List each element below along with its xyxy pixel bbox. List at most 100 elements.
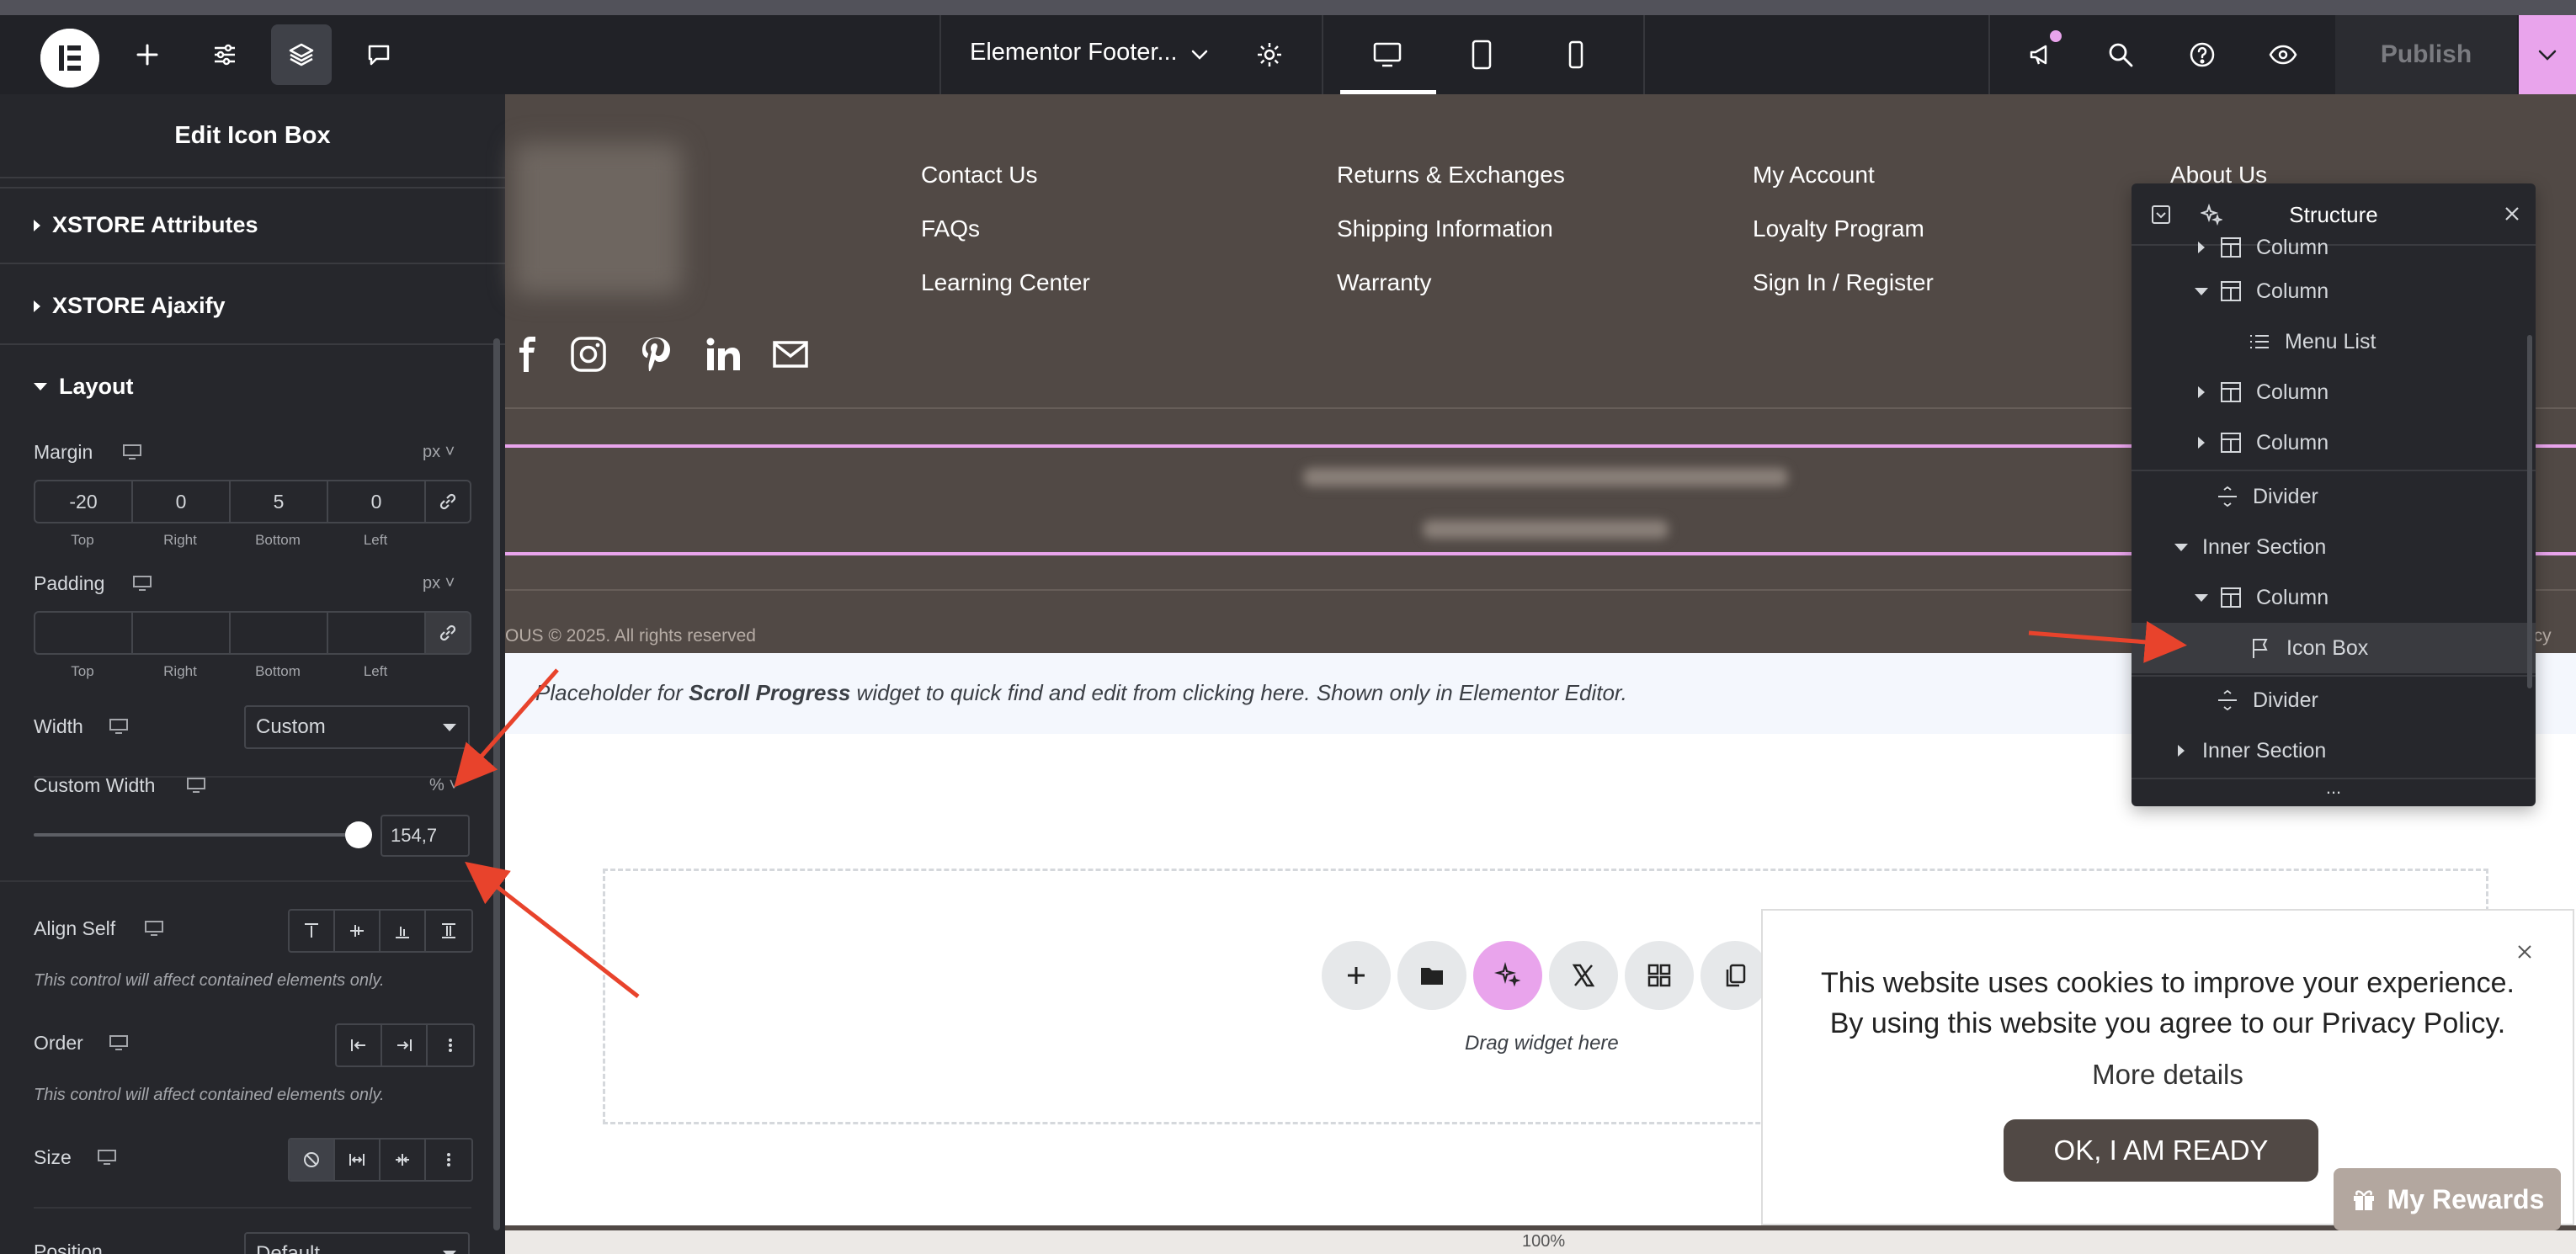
panel-scrollbar[interactable] — [493, 338, 500, 1230]
structure-row-divider[interactable]: Divider — [2132, 471, 2536, 522]
more-options-icon[interactable] — [428, 1025, 473, 1065]
margin-left-input[interactable]: 0 — [327, 480, 426, 523]
elementor-logo-icon[interactable] — [40, 29, 99, 88]
margin-unit-select[interactable]: px ˅ — [423, 443, 455, 462]
copy-paste-icon[interactable] — [1700, 941, 1770, 1010]
padding-top-input[interactable] — [34, 611, 133, 655]
structure-row-column[interactable]: Column — [2132, 572, 2536, 623]
search-icon[interactable] — [2090, 24, 2151, 85]
margin-bottom-input[interactable]: 5 — [229, 480, 328, 523]
footer-logo[interactable] — [514, 143, 682, 295]
align-stretch-icon[interactable] — [426, 911, 471, 951]
structure-scrollbar[interactable] — [2527, 335, 2532, 688]
margin-right-input[interactable]: 0 — [131, 480, 231, 523]
widgets-grid-icon[interactable] — [1625, 941, 1694, 1010]
expand-arrow-icon[interactable] — [2189, 242, 2214, 253]
structure-row-menu-list[interactable]: Menu List — [2132, 316, 2536, 367]
custom-width-unit-select[interactable]: % ˅ — [429, 776, 459, 795]
footer-menu-item[interactable]: Learning Center — [921, 269, 1090, 296]
custom-width-slider-handle[interactable] — [345, 821, 372, 848]
email-text-blurred — [1423, 520, 1669, 539]
section-xstore-ajaxify[interactable]: XSTORE Ajaxify — [34, 293, 226, 319]
size-shrink-icon[interactable] — [381, 1140, 426, 1180]
custom-width-input[interactable]: 154,7 — [381, 815, 470, 857]
padding-left-input[interactable] — [327, 611, 426, 655]
size-grow-icon[interactable] — [335, 1140, 381, 1180]
select-value: Default — [256, 1242, 321, 1254]
section-xstore-attributes[interactable]: XSTORE Attributes — [34, 212, 258, 238]
close-icon[interactable] — [2504, 205, 2520, 226]
add-section-icon[interactable] — [1322, 941, 1391, 1010]
close-icon[interactable] — [2512, 939, 2537, 964]
structure-row-icon-box[interactable]: Icon Box — [2132, 623, 2536, 673]
email-icon[interactable] — [771, 335, 810, 374]
structure-row-inner-section[interactable]: Inner Section — [2132, 522, 2536, 572]
settings-sliders-icon[interactable] — [194, 24, 255, 85]
desktop-icon[interactable] — [1357, 24, 1418, 85]
link-values-icon[interactable] — [424, 611, 471, 655]
linkedin-icon[interactable] — [704, 335, 742, 374]
size-none-icon[interactable] — [290, 1140, 335, 1180]
expand-arrow-icon[interactable] — [2189, 386, 2214, 398]
my-rewards-button[interactable]: My Rewards — [2334, 1168, 2561, 1230]
padding-bottom-input[interactable] — [229, 611, 328, 655]
preview-eye-icon[interactable] — [2253, 24, 2313, 85]
expand-arrow-icon[interactable] — [2189, 437, 2214, 449]
help-icon[interactable] — [2172, 24, 2233, 85]
collapse-arrow-icon[interactable] — [2189, 287, 2214, 295]
padding-right-input[interactable] — [131, 611, 231, 655]
align-start-icon[interactable] — [290, 911, 335, 951]
section-layout[interactable]: Layout — [34, 374, 134, 400]
mobile-icon[interactable] — [1546, 24, 1606, 85]
collapse-arrow-icon[interactable] — [2169, 543, 2194, 551]
padding-unit-select[interactable]: px ˅ — [423, 574, 455, 593]
align-end-icon[interactable] — [381, 911, 426, 951]
footer-menu-item[interactable]: Sign In / Register — [1753, 269, 1934, 296]
chevron-down-icon[interactable] — [1189, 44, 1211, 70]
footer-menu-item[interactable]: Shipping Information — [1337, 215, 1553, 242]
more-details-link[interactable]: More details — [1761, 1059, 2574, 1091]
structure-row-column[interactable]: Column — [2132, 367, 2536, 417]
ai-sparkle-icon[interactable] — [1473, 941, 1542, 1010]
layers-icon[interactable] — [271, 24, 332, 85]
footer-menu-item[interactable]: Loyalty Program — [1753, 215, 1924, 242]
accept-cookies-button[interactable]: OK, I AM READY — [2004, 1119, 2318, 1182]
instagram-icon[interactable] — [569, 335, 608, 374]
footer-menu-item[interactable]: FAQs — [921, 215, 980, 242]
expand-arrow-icon[interactable] — [2169, 745, 2194, 757]
tablet-icon[interactable] — [1451, 24, 1512, 85]
footer-menu-item[interactable]: My Account — [1753, 162, 1875, 189]
link-values-icon[interactable] — [424, 480, 471, 523]
template-library-folder-icon[interactable] — [1397, 941, 1466, 1010]
structure-row-inner-section[interactable]: Inner Section — [2132, 725, 2536, 776]
publish-button[interactable]: Publish — [2335, 15, 2517, 94]
custom-width-slider-track[interactable] — [34, 833, 359, 837]
structure-resize-handle[interactable]: ... — [2132, 778, 2536, 806]
document-title[interactable]: Elementor Footer... — [970, 39, 1178, 66]
publish-options-chevron-icon[interactable] — [2519, 15, 2576, 94]
x-brand-icon[interactable] — [1549, 941, 1618, 1010]
comments-icon[interactable] — [349, 24, 409, 85]
footer-menu-item[interactable]: Contact Us — [921, 162, 1038, 189]
structure-row-column[interactable]: Column — [2132, 231, 2536, 264]
footer-menu-item[interactable]: Returns & Exchanges — [1337, 162, 1565, 189]
more-options-icon[interactable] — [426, 1140, 471, 1180]
collapse-arrow-icon[interactable] — [2189, 593, 2214, 602]
announcement-icon[interactable] — [2011, 24, 2072, 85]
margin-top-input[interactable]: -20 — [34, 480, 133, 523]
structure-row-divider[interactable]: Divider — [2132, 675, 2536, 725]
order-last-icon[interactable] — [382, 1025, 428, 1065]
order-first-icon[interactable] — [337, 1025, 382, 1065]
add-element-icon[interactable] — [117, 24, 178, 85]
gear-icon[interactable] — [1239, 24, 1300, 85]
rewards-label: My Rewards — [2387, 1183, 2545, 1214]
footer-menu-item[interactable]: Warranty — [1337, 269, 1432, 296]
structure-row-column[interactable]: Column — [2132, 417, 2536, 468]
structure-row-column[interactable]: Column — [2132, 266, 2536, 316]
align-center-icon[interactable] — [335, 911, 381, 951]
placeholder-text[interactable]: Placeholder for Scroll Progress widget t… — [535, 680, 1627, 706]
position-select[interactable]: Default — [244, 1232, 470, 1254]
facebook-icon[interactable] — [508, 335, 547, 374]
pinterest-icon[interactable] — [636, 335, 675, 374]
width-select[interactable]: Custom — [244, 705, 470, 749]
